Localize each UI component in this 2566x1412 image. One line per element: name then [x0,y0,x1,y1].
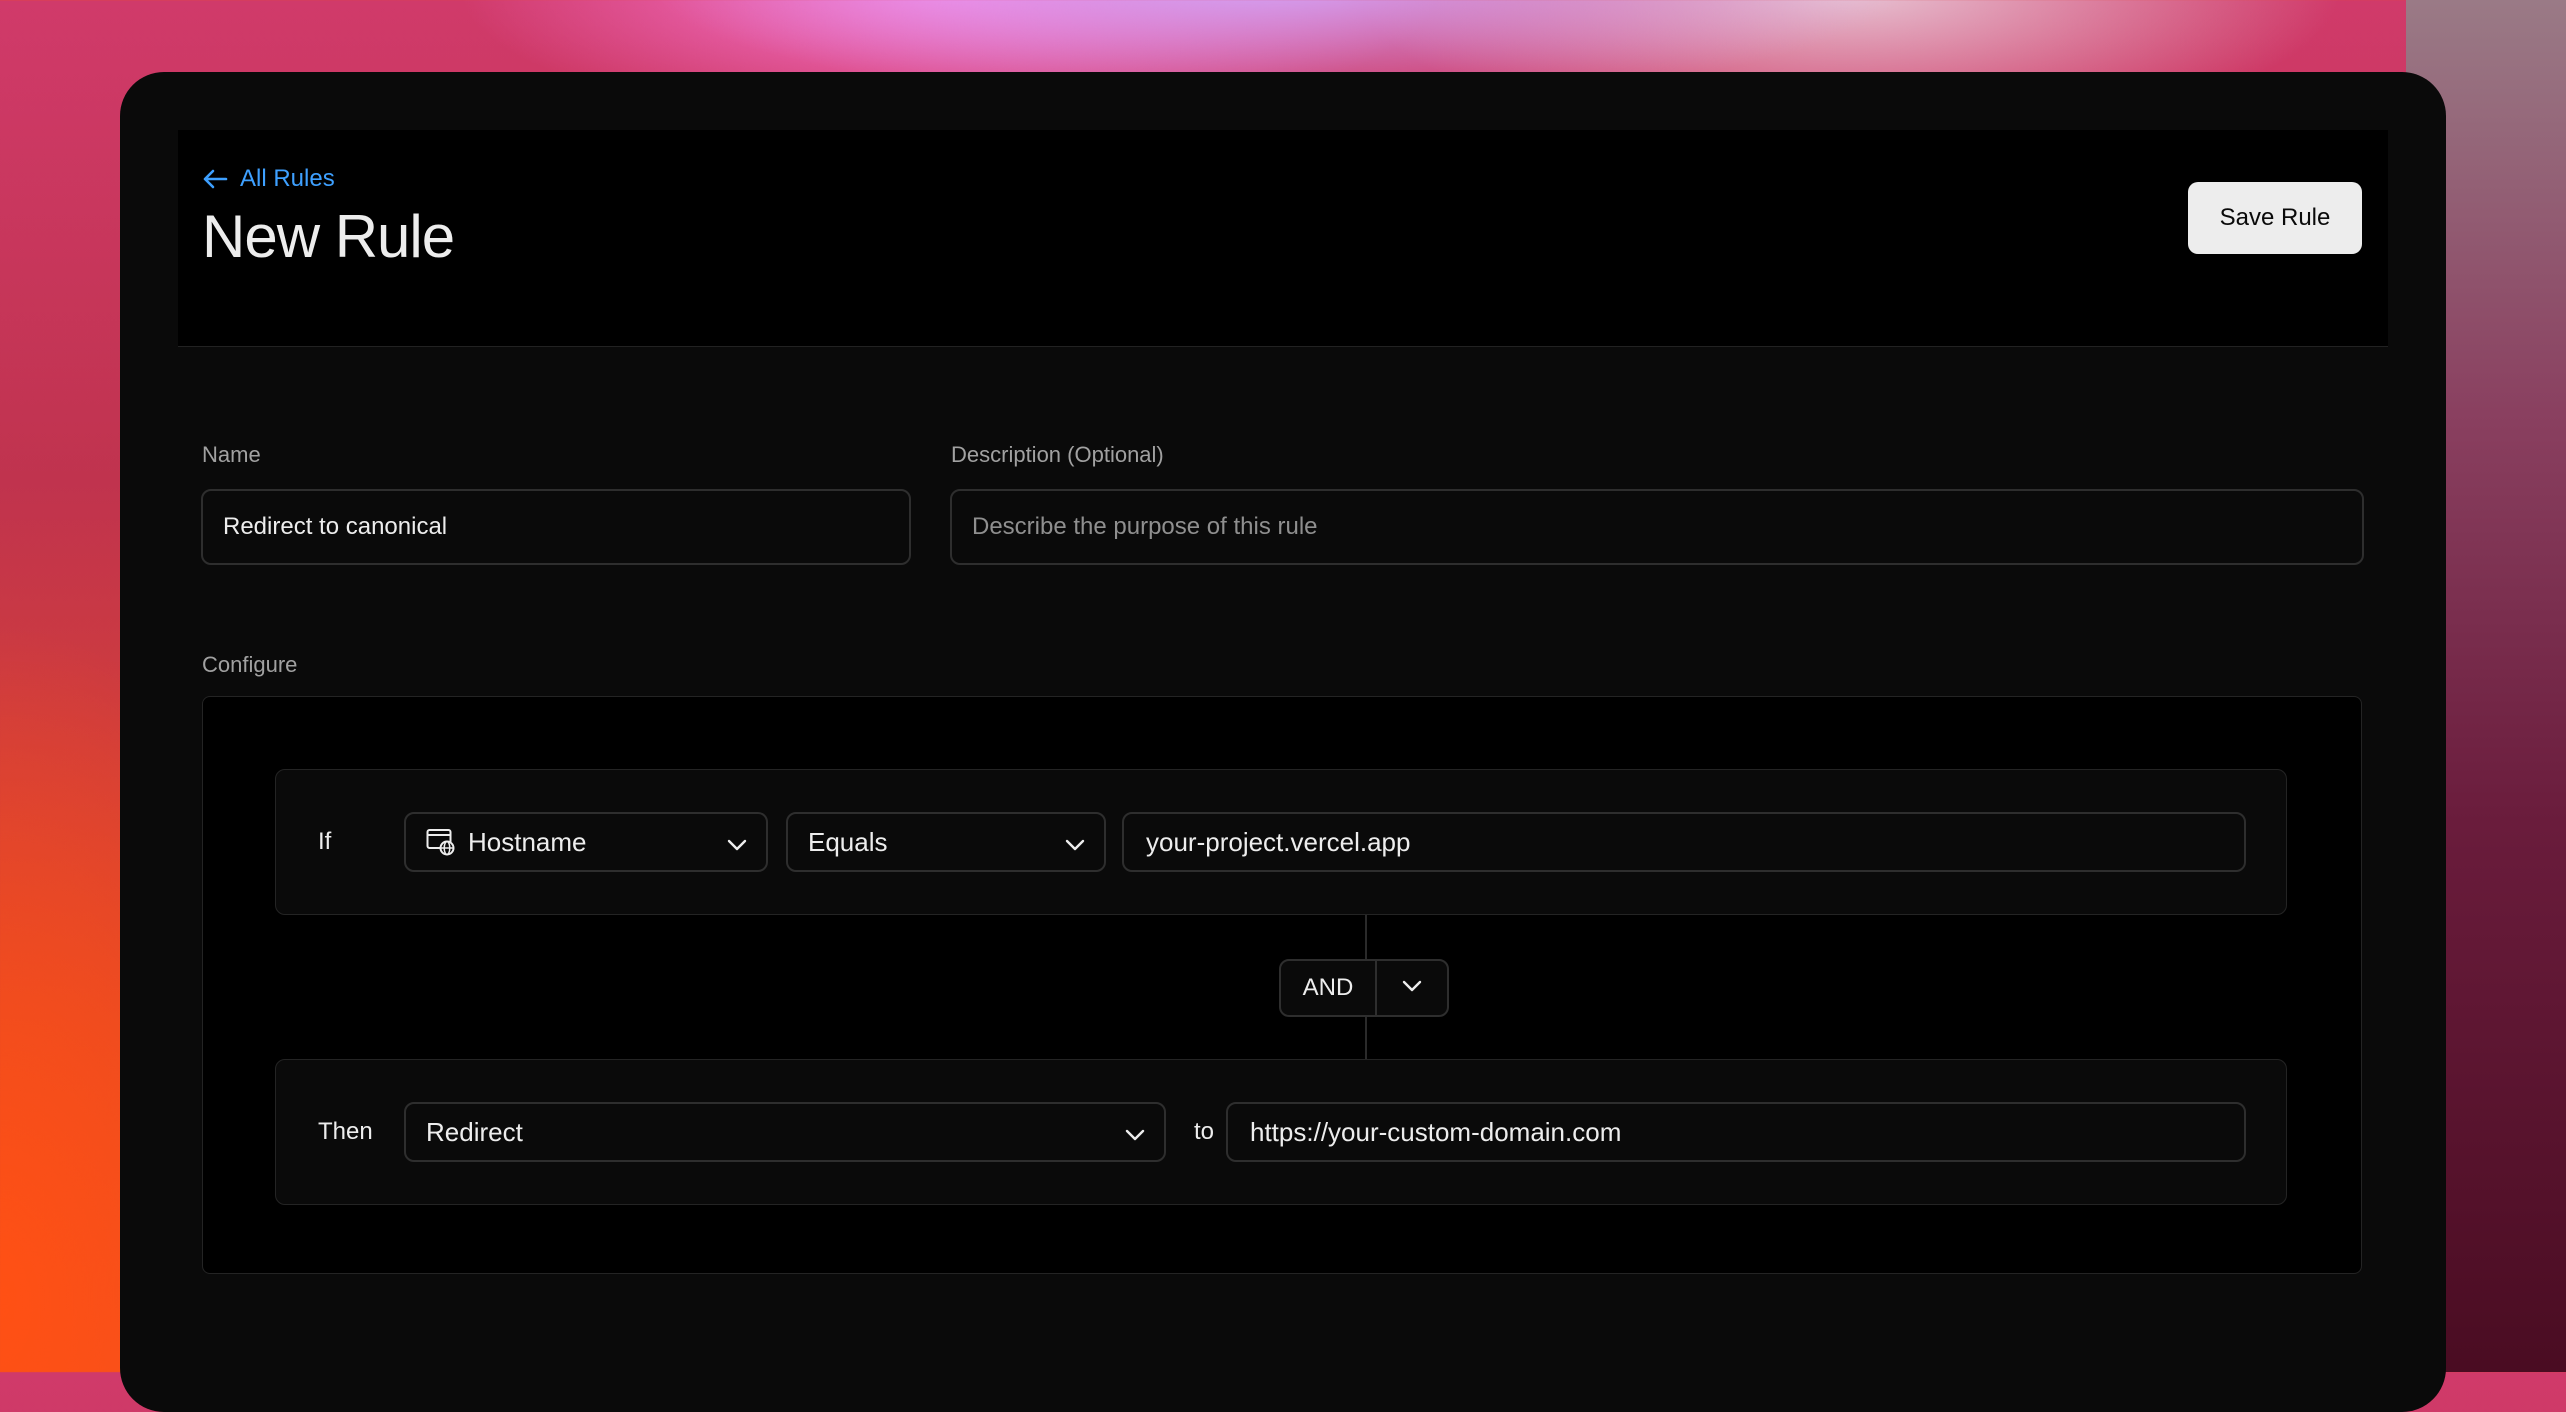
action-type-value: Redirect [426,1116,523,1147]
and-combinator-button[interactable]: AND [1281,961,1377,1015]
save-rule-button[interactable]: Save Rule [2188,182,2362,254]
description-label: Description (Optional) [951,442,1164,467]
condition-operator-value: Equals [808,826,888,857]
chevron-down-icon [1064,832,1086,863]
description-input[interactable] [950,489,2364,565]
condition-value-input[interactable]: your-project.vercel.app [1122,812,2246,872]
action-type-select[interactable]: Redirect [404,1102,1166,1162]
connector-line-bottom [1365,1017,1367,1059]
page-header: All Rules New Rule Save Rule [178,130,2388,347]
rule-configuration-panel: If Hostname Equals your-project.vercel.a… [202,696,2362,1274]
back-link-label: All Rules [240,165,335,192]
hostname-icon [426,828,456,856]
combinator-dropdown-toggle[interactable] [1377,961,1447,1015]
chevron-down-icon [1401,975,1423,1002]
condition-field-value: Hostname [468,826,587,857]
name-input[interactable] [201,489,911,565]
chevron-down-icon [1124,1122,1146,1153]
condition-value-text: your-project.vercel.app [1146,826,1411,857]
chevron-down-icon [726,832,748,863]
to-label: to [1194,1118,1215,1145]
condition-field-select[interactable]: Hostname [404,812,768,872]
connector-line-top [1365,915,1367,959]
then-label: Then [318,1118,373,1145]
configure-label: Configure [202,652,298,677]
redirect-target-text: https://your-custom-domain.com [1250,1116,1622,1147]
page-title: New Rule [202,203,455,270]
if-label: If [318,828,332,855]
condition-operator-select[interactable]: Equals [786,812,1106,872]
condition-row: If Hostname Equals your-project.vercel.a… [275,769,2287,915]
action-row: Then Redirect to https://your-custom-dom… [275,1059,2287,1205]
name-label: Name [202,442,261,467]
back-to-all-rules-link[interactable]: All Rules [202,165,335,193]
arrow-left-icon [202,168,228,190]
app-window: All Rules New Rule Save Rule Name Descri… [120,72,2446,1412]
redirect-target-input[interactable]: https://your-custom-domain.com [1226,1102,2246,1162]
combinator-group: AND [1279,959,1449,1017]
